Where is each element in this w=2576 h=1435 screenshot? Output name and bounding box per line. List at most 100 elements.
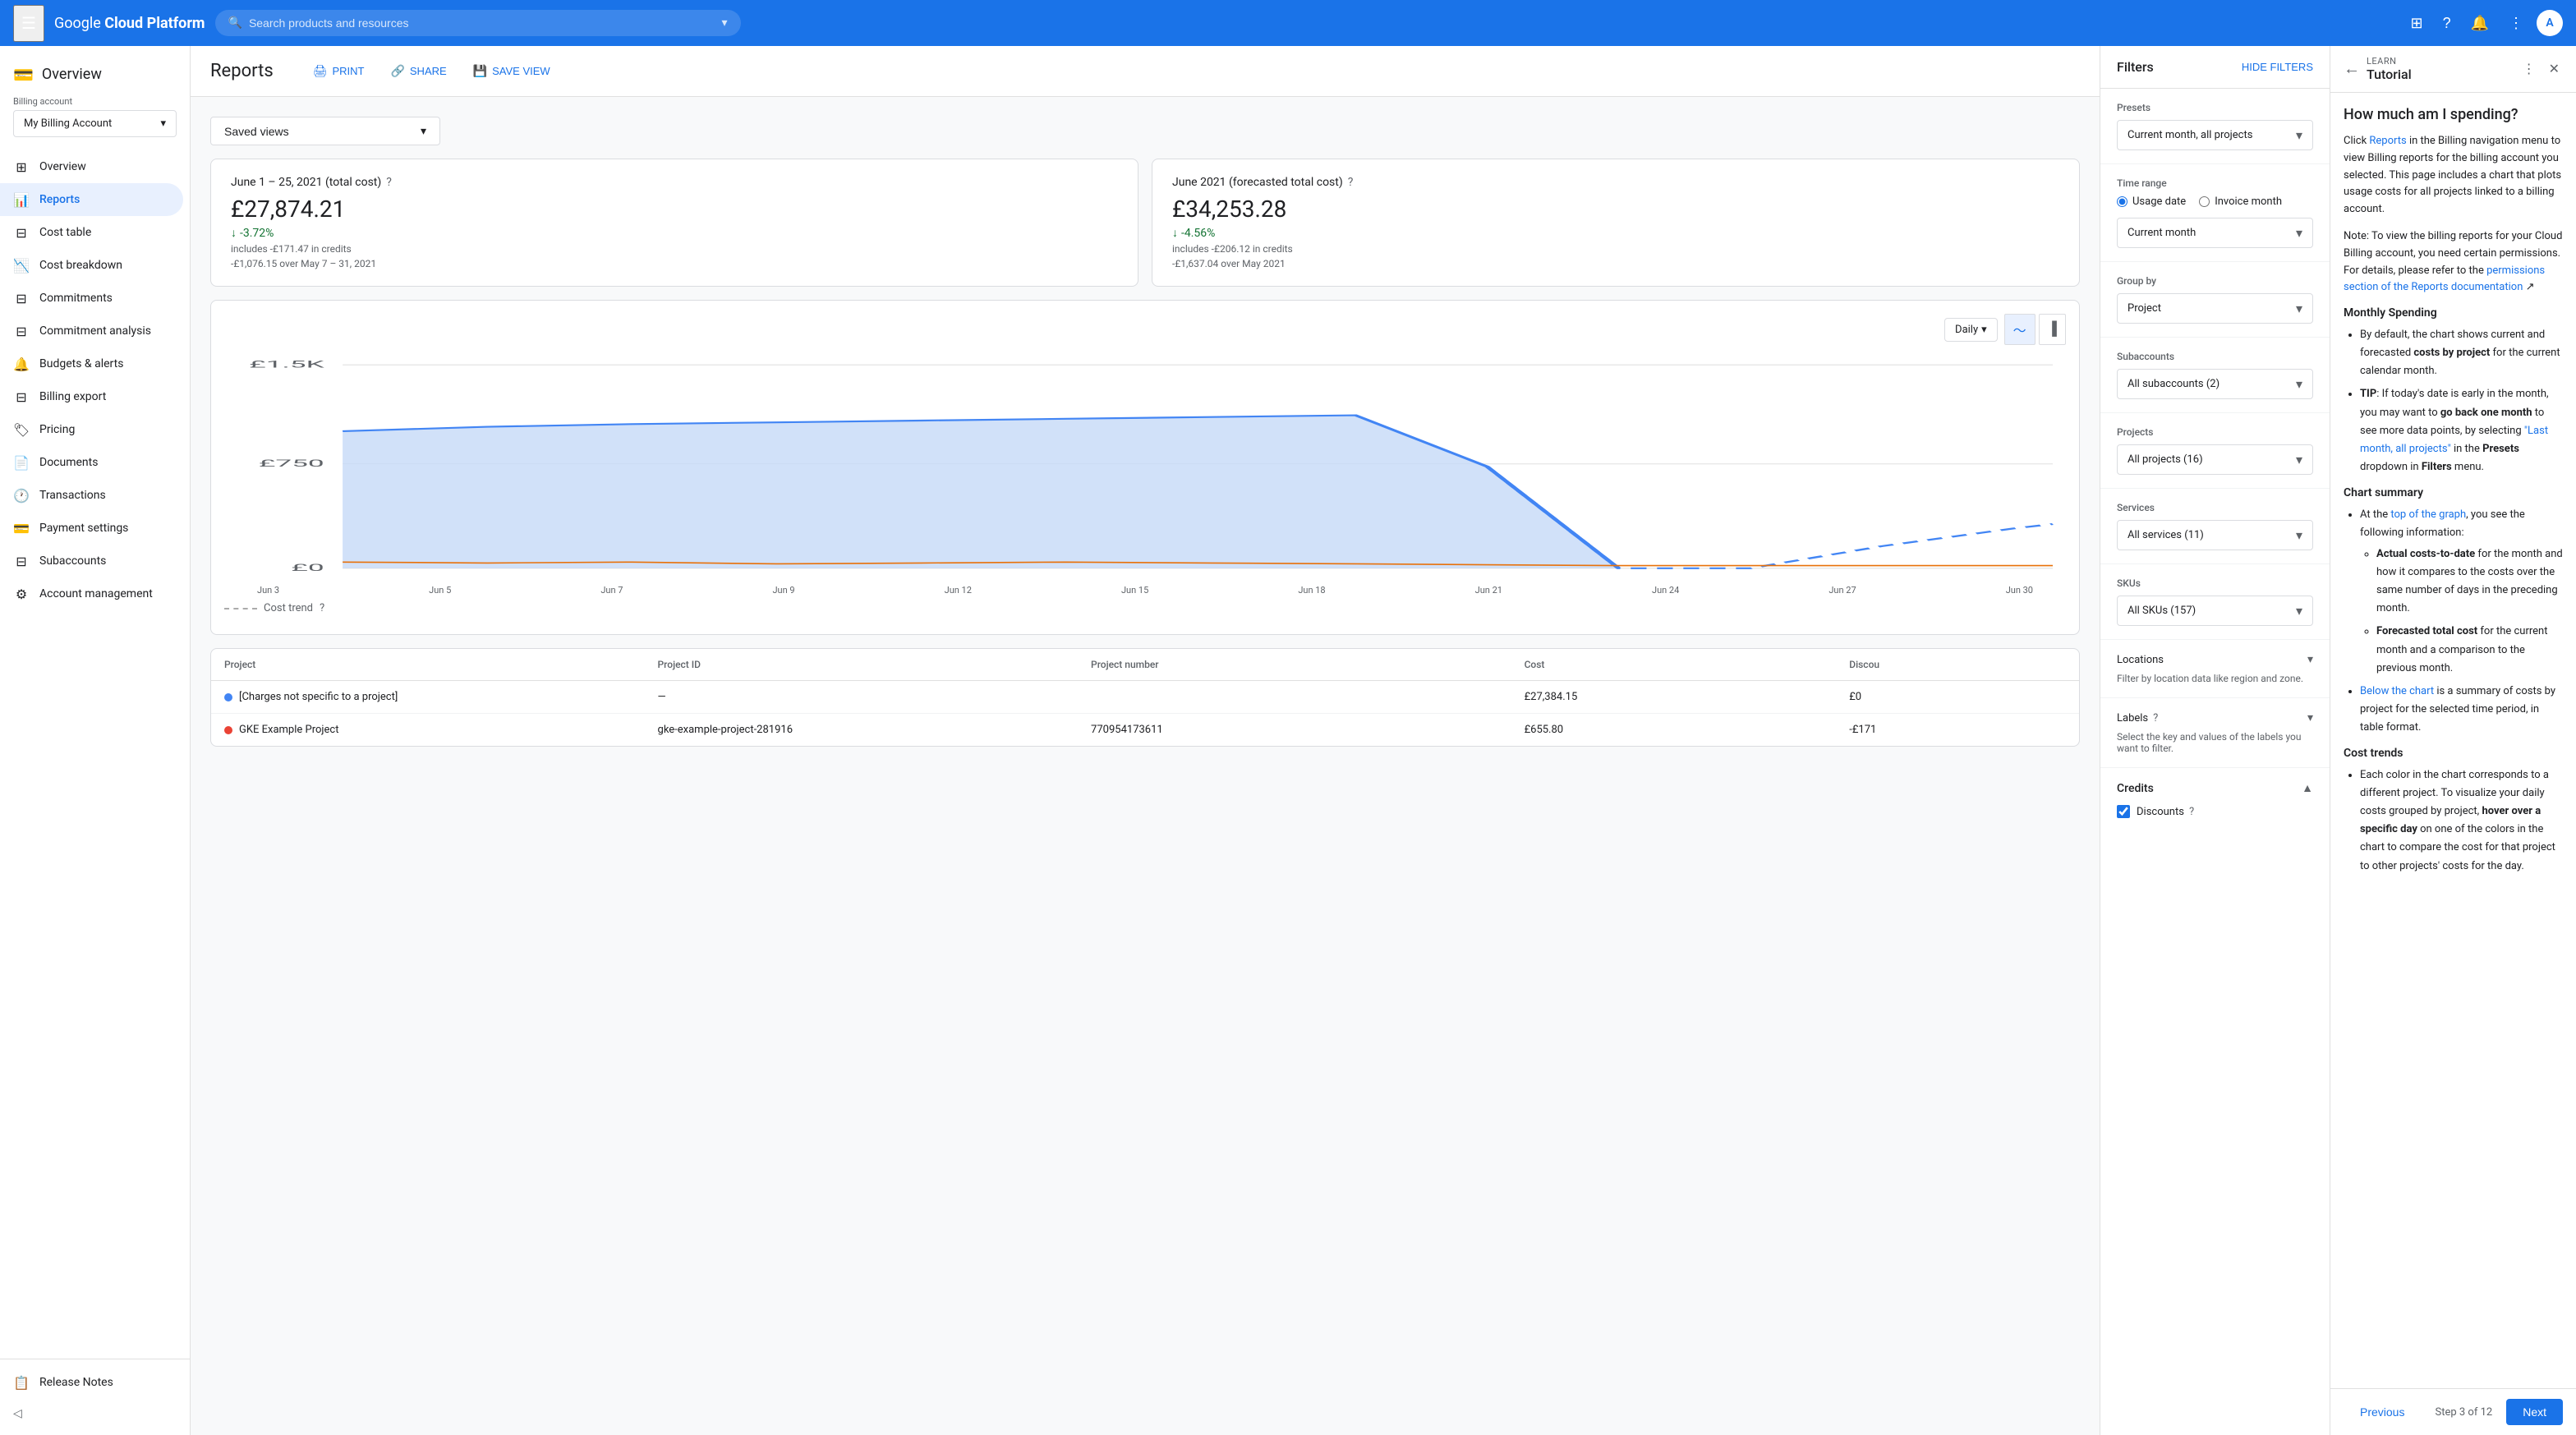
print-button[interactable]: 🖨 PRINT [306,59,371,83]
list-item: Actual costs-to-date for the month and h… [2376,545,2563,618]
tutorial-monthly-spending-title: Monthly Spending [2344,306,2563,320]
invoice-month-radio[interactable] [2199,196,2210,207]
sidebar-collapse-btn[interactable]: ◁ [0,1399,190,1428]
credits-chevron[interactable]: ▲ [2302,781,2313,795]
discounts-help[interactable]: ? [2189,806,2194,818]
search-dropdown-icon[interactable]: ▾ [721,16,727,30]
sidebar-item-cost-breakdown[interactable]: 📉 Cost breakdown [0,249,183,282]
filters-title: Filters [2117,59,2154,75]
saved-views-label: Saved views [224,125,289,138]
sidebar-item-payment-settings[interactable]: 💳 Payment settings [0,512,183,545]
sidebar-item-transactions[interactable]: 🕐 Transactions [0,479,183,512]
list-item: TIP: If today's date is early in the mon… [2360,385,2563,476]
sidebar-item-billing-export[interactable]: ⊟ Billing export [0,380,183,413]
sidebar-item-label: Account management [39,587,153,600]
subaccounts-select[interactable]: All subaccounts (2) ▾ [2117,369,2313,399]
stat-help-icon[interactable]: ? [386,176,392,189]
group-by-chevron: ▾ [2296,301,2302,316]
invoice-month-option[interactable]: Invoice month [2199,195,2282,208]
stat-forecast-help-icon[interactable]: ? [1348,176,1354,189]
chart-period-select[interactable]: Daily ▾ [1944,318,1998,342]
table-row: GKE Example Project gke-example-project-… [211,714,2079,746]
sidebar-item-account-management[interactable]: ⚙ Account management [0,577,183,610]
tutorial-header: ← LEARN Tutorial ⋮ ✕ [2330,46,2576,93]
group-by-section: Group by Project ▾ [2100,262,2330,338]
labels-help[interactable]: ? [2153,712,2158,724]
search-bar[interactable]: 🔍 ▾ [215,10,741,36]
services-select[interactable]: All services (11) ▾ [2117,520,2313,550]
more-options-icon[interactable]: ⋮ [2502,8,2530,39]
x-label: Jun 5 [429,585,451,596]
commitment-analysis-icon: ⊟ [13,323,30,339]
group-by-value: Project [2128,302,2161,315]
sidebar-item-subaccounts[interactable]: ⊟ Subaccounts [0,545,183,577]
sidebar-item-cost-table[interactable]: ⊟ Cost table [0,216,183,249]
main-layout: 💳 Overview Billing account My Billing Ac… [0,46,2576,1435]
filters-header: Filters HIDE FILTERS [2100,46,2330,89]
usage-date-option[interactable]: Usage date [2117,195,2186,208]
reports-content: Saved views ▾ June 1 – 25, 2021 (total c… [191,97,2100,766]
help-icon[interactable]: ? [2436,8,2458,39]
save-view-button[interactable]: 💾 SAVE VIEW [467,59,557,83]
hamburger-menu[interactable]: ☰ [13,5,44,42]
avatar[interactable]: A [2537,10,2563,36]
labels-note: Select the key and values of the labels … [2117,731,2313,754]
col-project-id: Project ID [658,659,1092,670]
billing-account-selector[interactable]: My Billing Account ▾ [13,110,177,137]
subaccounts-chevron: ▾ [2296,376,2302,392]
tutorial-next-button[interactable]: Next [2506,1399,2563,1425]
cost-trend-help[interactable]: ? [320,602,324,614]
presets-value: Current month, all projects [2128,129,2252,141]
tutorial-close-btn[interactable]: ✕ [2546,57,2563,80]
labels-chevron[interactable]: ▾ [2307,711,2313,724]
project-name-1: [Charges not specific to a project] [224,691,658,703]
group-by-select[interactable]: Project ▾ [2117,293,2313,324]
cost-trend: Cost trend ? [224,596,2066,621]
bar-chart-btn[interactable]: ▐ [2039,314,2066,345]
tutorial-panel: ← LEARN Tutorial ⋮ ✕ How much am I spend… [2330,46,2576,1435]
discounts-checkbox[interactable] [2117,805,2130,818]
saved-views-dropdown[interactable]: Saved views ▾ [210,117,440,145]
line-chart-btn[interactable]: 〜 [2004,314,2036,345]
sidebar-item-budgets-alerts[interactable]: 🔔 Budgets & alerts [0,347,183,380]
share-button[interactable]: 🔗 SHARE [384,59,453,83]
x-label: Jun 24 [1652,585,1679,596]
sidebar-item-reports[interactable]: 📊 Reports [0,183,183,216]
table-header: Project Project ID Project number Cost D… [211,649,2079,681]
sidebar-item-release-notes[interactable]: 📋 Release Notes [0,1366,183,1399]
below-chart-link[interactable]: Below the chart [2360,685,2434,697]
last-month-link[interactable]: "Last month, all projects" [2360,425,2548,455]
locations-chevron[interactable]: ▾ [2307,653,2313,666]
projects-select[interactable]: All projects (16) ▾ [2117,444,2313,475]
search-input[interactable] [249,16,715,30]
skus-select[interactable]: All SKUs (157) ▾ [2117,596,2313,626]
sidebar-nav: ⊞ Overview 📊 Reports ⊟ Cost table 📉 Cost… [0,144,190,617]
tutorial-header-actions: ⋮ ✕ [2519,57,2563,80]
top-graph-link[interactable]: top of the graph [2390,508,2466,521]
hide-filters-button[interactable]: HIDE FILTERS [2242,61,2313,73]
col-project-number: Project number [1091,659,1525,670]
sidebar-item-documents[interactable]: 📄 Documents [0,446,183,479]
usage-date-radio[interactable] [2117,196,2128,207]
notifications-icon[interactable]: 🔔 [2464,8,2496,39]
stat-card-actual: June 1 – 25, 2021 (total cost) ? £27,874… [210,159,1138,287]
sidebar-item-commitment-analysis[interactable]: ⊟ Commitment analysis [0,315,183,347]
svg-text:£1.5K: £1.5K [249,359,324,370]
sidebar-header: 💳 Overview Billing account My Billing Ac… [0,46,190,144]
current-month-select[interactable]: Current month ▾ [2117,218,2313,248]
presets-select[interactable]: Current month, all projects ▾ [2117,120,2313,150]
sidebar-item-overview[interactable]: ⊞ Overview [0,150,183,183]
apps-icon[interactable]: ⊞ [2404,8,2429,39]
sidebar-item-commitments[interactable]: ⊟ Commitments [0,282,183,315]
permissions-link[interactable]: permissions section of the Reports docum… [2344,264,2545,294]
sidebar-item-label: Billing export [39,390,106,403]
sidebar-item-pricing[interactable]: 🏷 Pricing [0,413,183,446]
tutorial-body: How much am I spending? Click Reports in… [2330,93,2576,1388]
tutorial-intro: Click Reports in the Billing navigation … [2344,133,2563,218]
tutorial-prev-button[interactable]: Previous [2344,1399,2421,1425]
credits-section: Credits ▲ Discounts ? [2100,768,2330,831]
tutorial-back-button[interactable]: ← [2344,60,2360,79]
usage-date-label: Usage date [2132,195,2186,208]
reports-link[interactable]: Reports [2369,135,2406,147]
tutorial-more-btn[interactable]: ⋮ [2519,57,2539,80]
